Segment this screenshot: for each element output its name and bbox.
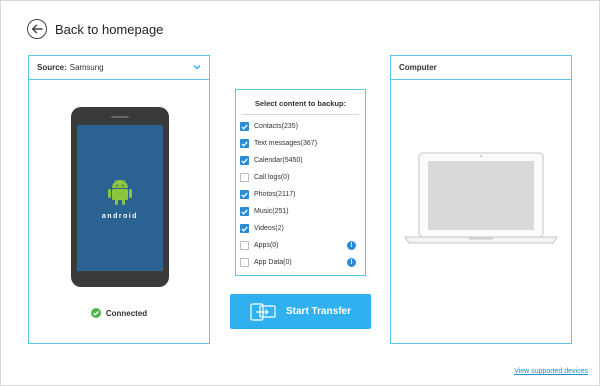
view-supported-devices-link[interactable]: View supported devices xyxy=(514,368,588,375)
back-arrow-icon xyxy=(27,19,47,39)
content-item[interactable]: Apps(0)! xyxy=(236,237,365,254)
chevron-down-icon[interactable] xyxy=(193,63,201,72)
checkmark-icon xyxy=(241,209,248,215)
content-item[interactable]: Calendar(5450) xyxy=(236,152,365,169)
checkbox-checked[interactable] xyxy=(240,122,249,131)
content-item-label: Calendar(5450) xyxy=(254,157,303,164)
back-to-homepage-link[interactable]: Back to homepage xyxy=(27,17,163,41)
checkmark-icon xyxy=(241,141,248,147)
source-panel: Source: Samsung android Connected xyxy=(28,55,210,344)
check-circle-icon xyxy=(90,308,101,318)
content-item-label: Photos(2117) xyxy=(254,191,296,198)
checkbox-checked[interactable] xyxy=(240,139,249,148)
source-label: Source: xyxy=(37,63,67,72)
source-device-name: Samsung xyxy=(69,63,104,72)
content-item-label: Apps(0) xyxy=(254,242,279,249)
content-item[interactable]: Contacts(235) xyxy=(236,118,365,135)
phone-screen: android xyxy=(77,125,163,271)
checkbox-checked[interactable] xyxy=(240,190,249,199)
connection-status: Connected xyxy=(29,308,209,318)
android-robot-icon xyxy=(108,179,132,205)
checkbox-checked[interactable] xyxy=(240,156,249,165)
info-warning-icon[interactable]: ! xyxy=(347,241,356,250)
destination-header: Computer xyxy=(391,56,571,80)
checkmark-icon xyxy=(241,192,248,198)
content-item-list: Contacts(235) Text messages(367) Calendar(… xyxy=(236,118,365,271)
phone-image: android xyxy=(71,107,169,287)
transfer-icon xyxy=(250,302,276,321)
checkmark-icon xyxy=(241,124,248,130)
back-label: Back to homepage xyxy=(55,21,164,37)
laptop-icon xyxy=(404,152,558,244)
phone-speaker xyxy=(111,116,129,118)
checkmark-icon xyxy=(241,226,248,232)
content-item[interactable]: Text messages(367) xyxy=(236,135,365,152)
content-item[interactable]: Photos(2117) xyxy=(236,186,365,203)
checkbox-unchecked[interactable] xyxy=(240,258,249,267)
checkmark-icon xyxy=(241,158,248,164)
info-warning-icon[interactable]: ! xyxy=(347,258,356,267)
destination-label: Computer xyxy=(399,63,437,72)
content-item[interactable]: App Data(0)! xyxy=(236,254,365,271)
content-item-label: App Data(0) xyxy=(254,259,292,266)
app-window: Back to homepage Source: Samsung android… xyxy=(0,0,600,386)
content-item-label: Music(251) xyxy=(254,208,289,215)
content-item-label: Text messages(367) xyxy=(254,140,318,147)
source-selector[interactable]: Source: Samsung xyxy=(29,56,209,80)
content-item-label: Call logs(0) xyxy=(254,174,290,181)
content-divider xyxy=(242,114,359,115)
content-item-label: Contacts(235) xyxy=(254,123,298,130)
content-item[interactable]: Call logs(0) xyxy=(236,169,365,186)
checkbox-checked[interactable] xyxy=(240,207,249,216)
checkbox-unchecked[interactable] xyxy=(240,241,249,250)
content-item[interactable]: Videos(2) xyxy=(236,220,365,237)
start-transfer-label: Start Transfer xyxy=(285,306,352,317)
start-transfer-button[interactable]: Start Transfer xyxy=(230,294,371,329)
connection-status-label: Connected xyxy=(105,308,148,318)
content-selection-box: Select content to backup: Contacts(235) T… xyxy=(235,89,366,276)
checkbox-unchecked[interactable] xyxy=(240,173,249,182)
destination-panel: Computer xyxy=(390,55,572,344)
checkbox-checked[interactable] xyxy=(240,224,249,233)
content-item-label: Videos(2) xyxy=(254,225,284,232)
content-title: Select content to backup: xyxy=(254,99,347,108)
android-wordmark: android xyxy=(101,212,139,220)
content-item[interactable]: Music(251) xyxy=(236,203,365,220)
